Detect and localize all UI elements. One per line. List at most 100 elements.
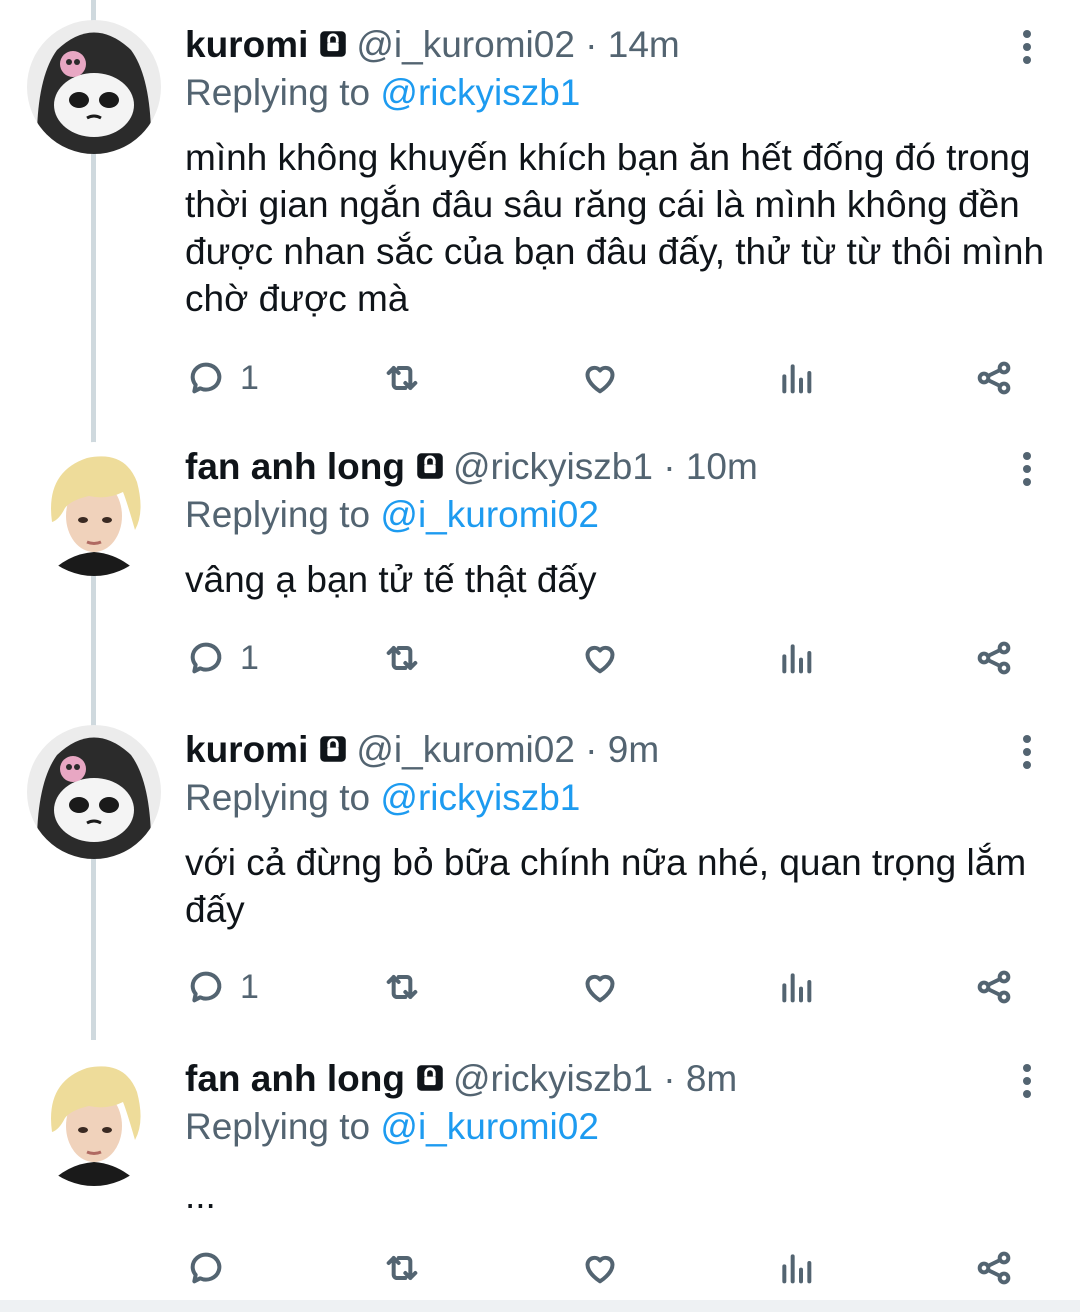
reply-icon <box>190 642 222 674</box>
share-icon <box>977 1251 1011 1285</box>
reply-count: 1 <box>240 358 259 397</box>
heart-icon <box>585 365 615 394</box>
user-handle[interactable]: @i_kuromi02 <box>356 729 575 770</box>
reply-icon <box>190 362 222 394</box>
user-handle[interactable]: @rickyiszb1 <box>453 446 653 487</box>
reply-count: 1 <box>240 967 259 1006</box>
views-button[interactable] <box>776 356 816 400</box>
retweet-button[interactable] <box>382 1246 422 1290</box>
kuromi-avatar-image <box>27 20 161 154</box>
share-button[interactable] <box>974 1246 1014 1290</box>
replying-prefix: Replying to <box>185 494 371 535</box>
blonde-avatar-image <box>27 442 161 576</box>
tweet-text: mình không khuyến khích bạn ăn hết đống … <box>185 137 1045 319</box>
mention-link[interactable]: @rickyiszb1 <box>380 72 580 113</box>
analytics-icon <box>782 364 812 394</box>
avatar[interactable] <box>27 20 161 154</box>
views-button[interactable] <box>776 1246 816 1290</box>
action-bar <box>0 1246 1080 1290</box>
reply-button[interactable]: 1 <box>186 356 259 400</box>
avatar[interactable] <box>27 1052 161 1186</box>
separator-dot: · <box>663 1058 676 1099</box>
retweet-button[interactable] <box>382 356 422 400</box>
like-button[interactable] <box>580 1246 620 1290</box>
tweet[interactable]: kuromi @i_kuromi02 · 14m Replying to @ric… <box>0 0 1080 420</box>
heart-icon <box>585 1255 615 1284</box>
replying-prefix: Replying to <box>185 1106 371 1147</box>
separator-dot: · <box>663 446 676 487</box>
timestamp[interactable]: 8m <box>686 1058 737 1099</box>
share-icon <box>977 641 1011 675</box>
action-bar: 1 <box>0 965 1080 1009</box>
replying-to: Replying to @i_kuromi02 <box>185 492 599 538</box>
bottom-divider <box>0 1300 1080 1312</box>
replying-to: Replying to @rickyiszb1 <box>185 70 580 116</box>
blonde-avatar-image <box>27 1052 161 1186</box>
like-button[interactable] <box>580 636 620 680</box>
tweet[interactable]: fan anh long @rickyiszb1 · 8m Replying to… <box>0 1034 1080 1300</box>
display-name[interactable]: kuromi <box>185 729 308 770</box>
timestamp[interactable]: 9m <box>608 729 659 770</box>
lock-icon <box>316 26 350 72</box>
lock-icon <box>316 731 350 777</box>
tweet-header: kuromi @i_kuromi02 · 14m <box>185 22 680 72</box>
more-icon[interactable] <box>1020 1064 1034 1104</box>
heart-icon <box>585 974 615 1003</box>
retweet-icon <box>386 646 418 670</box>
views-button[interactable] <box>776 636 816 680</box>
user-handle[interactable]: @i_kuromi02 <box>356 24 575 65</box>
user-handle[interactable]: @rickyiszb1 <box>453 1058 653 1099</box>
tweet-header: kuromi @i_kuromi02 · 9m <box>185 727 659 777</box>
action-bar: 1 <box>0 636 1080 680</box>
replying-prefix: Replying to <box>185 72 371 113</box>
tweet-text: vâng ạ bạn tử tế thật đấy <box>185 559 597 600</box>
lock-icon <box>413 448 447 494</box>
tweet-header: fan anh long @rickyiszb1 · 8m <box>185 1056 737 1106</box>
avatar[interactable] <box>27 442 161 576</box>
retweet-button[interactable] <box>382 965 422 1009</box>
display-name[interactable]: fan anh long <box>185 1058 405 1099</box>
retweet-icon <box>386 366 418 390</box>
tweet-text: với cả đừng bỏ bữa chính nữa nhé, quan t… <box>185 842 1027 930</box>
reply-button[interactable]: 1 <box>186 965 259 1009</box>
display-name[interactable]: kuromi <box>185 24 308 65</box>
timestamp[interactable]: 14m <box>608 24 680 65</box>
display-name[interactable]: fan anh long <box>185 446 405 487</box>
separator-dot: · <box>585 24 598 65</box>
reply-count: 1 <box>240 638 259 677</box>
tweet[interactable]: fan anh long @rickyiszb1 · 10m Replying t… <box>0 422 1080 704</box>
share-button[interactable] <box>974 965 1014 1009</box>
reply-icon <box>190 971 222 1003</box>
mention-link[interactable]: @i_kuromi02 <box>380 1106 599 1147</box>
retweet-button[interactable] <box>382 636 422 680</box>
analytics-icon <box>782 1254 812 1284</box>
avatar[interactable] <box>27 725 161 859</box>
reply-button[interactable] <box>186 1246 240 1290</box>
replying-to: Replying to @rickyiszb1 <box>185 775 580 821</box>
like-button[interactable] <box>580 965 620 1009</box>
share-icon <box>977 361 1011 395</box>
replying-to: Replying to @i_kuromi02 <box>185 1104 599 1150</box>
more-icon[interactable] <box>1020 30 1034 70</box>
views-button[interactable] <box>776 965 816 1009</box>
retweet-icon <box>386 975 418 999</box>
reply-button[interactable]: 1 <box>186 636 259 680</box>
share-button[interactable] <box>974 356 1014 400</box>
analytics-icon <box>782 973 812 1003</box>
mention-link[interactable]: @i_kuromi02 <box>380 494 599 535</box>
mention-link[interactable]: @rickyiszb1 <box>380 777 580 818</box>
share-icon <box>977 970 1011 1004</box>
kuromi-avatar-image <box>27 725 161 859</box>
tweet[interactable]: kuromi @i_kuromi02 · 9m Replying to @rick… <box>0 705 1080 1035</box>
analytics-icon <box>782 644 812 674</box>
tweet-text: ... <box>185 1175 216 1216</box>
more-icon[interactable] <box>1020 735 1034 775</box>
separator-dot: · <box>585 729 598 770</box>
more-icon[interactable] <box>1020 452 1034 492</box>
heart-icon <box>585 645 615 674</box>
share-button[interactable] <box>974 636 1014 680</box>
reply-icon <box>190 1252 222 1284</box>
timestamp[interactable]: 10m <box>686 446 758 487</box>
like-button[interactable] <box>580 356 620 400</box>
replying-prefix: Replying to <box>185 777 371 818</box>
